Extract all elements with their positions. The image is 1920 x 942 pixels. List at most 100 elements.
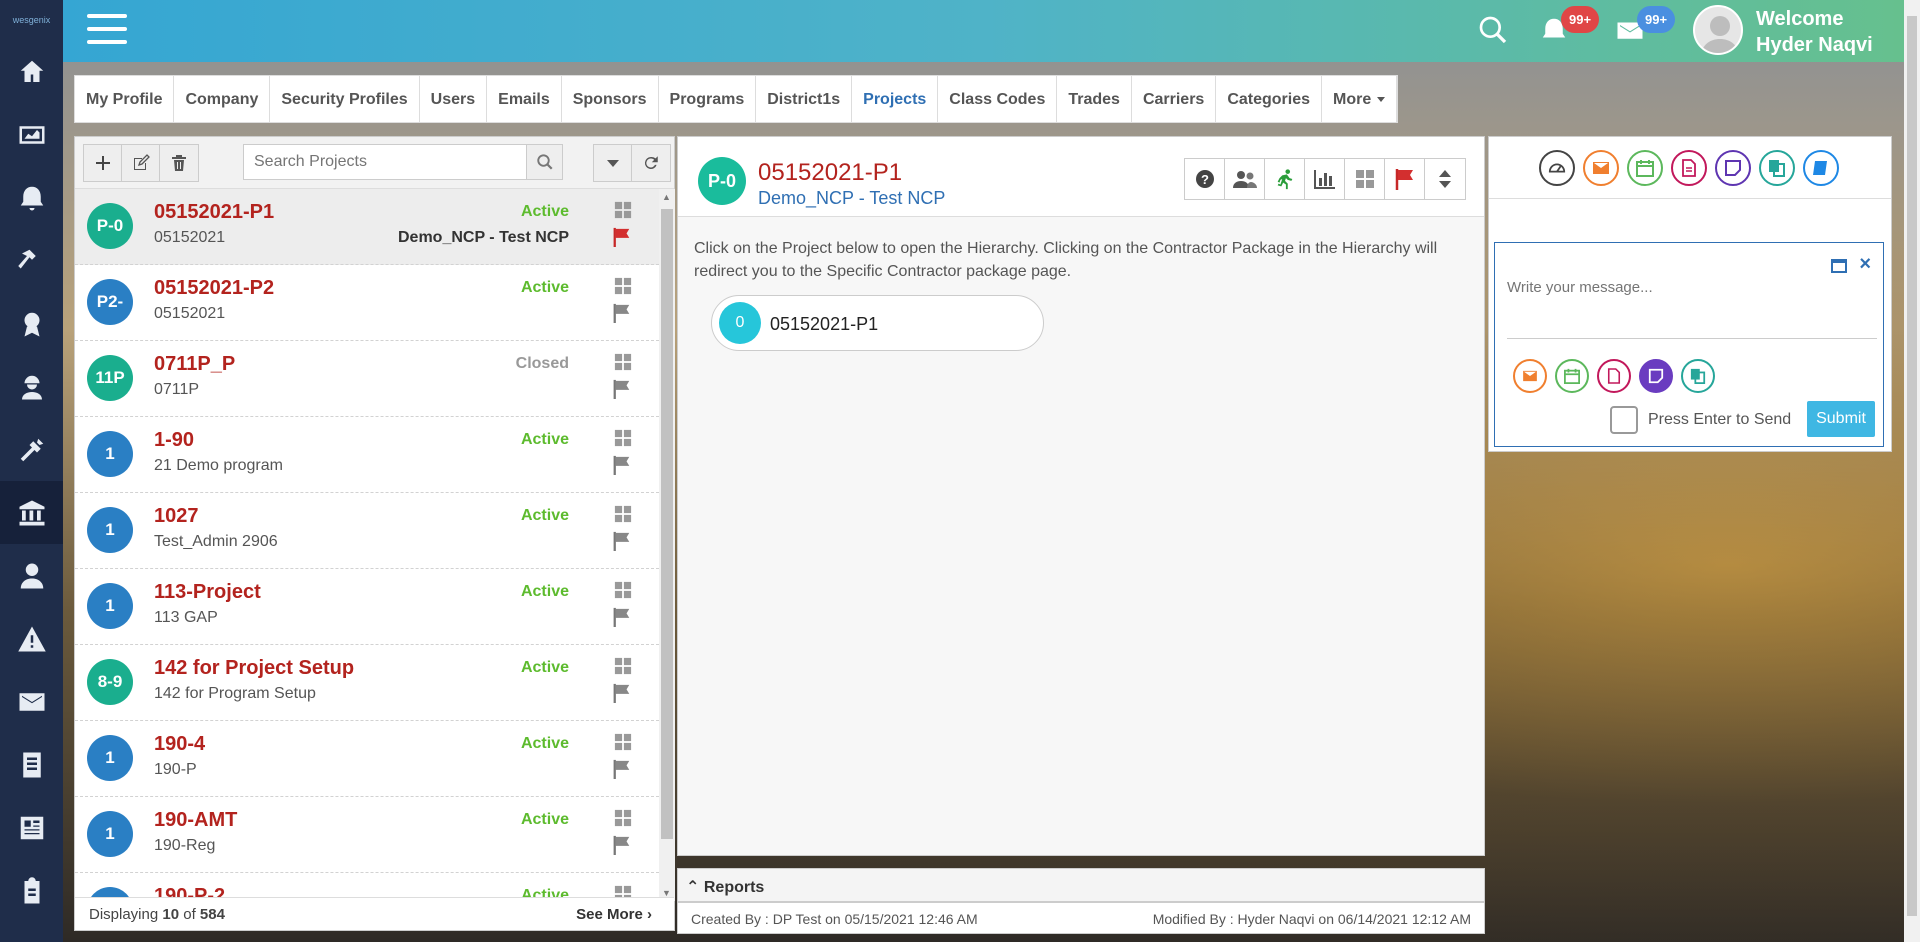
mail-icon[interactable] (0, 670, 63, 733)
grid-view-icon[interactable] (614, 201, 632, 222)
flag-icon[interactable] (612, 607, 632, 630)
tab-company[interactable]: Company (174, 76, 271, 122)
red-flag-icon[interactable] (1385, 159, 1425, 199)
project-list-item[interactable]: 1 190-AMT 190-Reg Active (75, 797, 659, 873)
tab-categories[interactable]: Categories (1216, 76, 1323, 122)
project-list-item[interactable]: 1 113-Project 113 GAP Active (75, 569, 659, 645)
bell-icon[interactable] (0, 166, 63, 229)
project-title[interactable]: 05152021-P2 (154, 277, 274, 300)
hammer-icon[interactable] (0, 229, 63, 292)
tab-sponsors[interactable]: Sponsors (562, 76, 659, 122)
sticky-note-icon[interactable] (1639, 359, 1673, 393)
tab-class-codes[interactable]: Class Codes (938, 76, 1058, 122)
calendar-icon[interactable] (1555, 359, 1589, 393)
app-logo[interactable]: wesgenix (0, 0, 63, 40)
tab-projects[interactable]: Projects (852, 76, 939, 122)
dashboard-gauge-icon[interactable] (1539, 149, 1575, 186)
flag-icon[interactable] (612, 531, 632, 554)
grid-view-icon[interactable] (614, 429, 632, 450)
sticky-note-icon[interactable] (1715, 149, 1751, 186)
user-badge-icon[interactable] (0, 544, 63, 607)
red-flag-icon[interactable] (612, 227, 632, 250)
project-list-item[interactable]: 1 190-4 190-P Active (75, 721, 659, 797)
project-list-item[interactable]: P2- 05152021-P2 05152021 Active (75, 265, 659, 341)
home-icon[interactable] (0, 40, 63, 103)
search-button[interactable] (526, 145, 562, 179)
grid-view-icon[interactable] (614, 505, 632, 526)
grid-view-icon[interactable] (614, 657, 632, 678)
flag-icon[interactable] (612, 683, 632, 706)
search-input[interactable] (244, 145, 526, 179)
press-enter-toggle[interactable]: Press Enter to Send (1610, 406, 1791, 434)
search-icon[interactable] (1477, 14, 1509, 49)
hamburger-menu-icon[interactable] (87, 14, 127, 46)
tools-icon[interactable] (0, 418, 63, 481)
reports-section-header[interactable]: ⌃ Reports (677, 868, 1485, 902)
tab-trades[interactable]: Trades (1057, 76, 1132, 122)
warning-icon[interactable] (0, 607, 63, 670)
page-scrollbar-thumb[interactable] (1907, 16, 1917, 916)
calendar-icon[interactable] (1627, 149, 1663, 186)
tab-programs[interactable]: Programs (659, 76, 757, 122)
scroll-up-arrow-icon[interactable]: ▲ (662, 192, 671, 202)
grid-view-icon[interactable] (614, 277, 632, 298)
grid-view-icon[interactable] (1345, 159, 1385, 199)
flag-icon[interactable] (612, 303, 632, 326)
scrollbar-thumb[interactable] (661, 209, 673, 839)
tab-emails[interactable]: Emails (487, 76, 562, 122)
page-scrollbar[interactable] (1904, 0, 1920, 942)
project-list-item[interactable]: 11P 0711P_P 0711P Closed (75, 341, 659, 417)
filter-dropdown-button[interactable] (594, 145, 632, 181)
clipboard-icon[interactable] (0, 859, 63, 922)
copy-files-icon[interactable] (1759, 149, 1795, 186)
add-button[interactable] (84, 145, 122, 181)
flag-icon[interactable] (612, 759, 632, 782)
see-more-link[interactable]: See More › (576, 906, 652, 923)
project-title[interactable]: 0711P_P (154, 353, 235, 376)
grid-view-icon[interactable] (614, 581, 632, 602)
tab-carriers[interactable]: Carriers (1132, 76, 1217, 122)
document-icon[interactable] (1597, 359, 1631, 393)
grid-view-icon[interactable] (614, 809, 632, 830)
submit-button[interactable]: Submit (1807, 401, 1875, 437)
grid-view-icon[interactable] (614, 353, 632, 374)
grid-view-icon[interactable] (614, 733, 632, 754)
project-title[interactable]: 05152021-P1 (154, 201, 274, 224)
document-icon[interactable] (0, 733, 63, 796)
project-title[interactable]: 190-AMT (154, 809, 237, 832)
tab-my-profile[interactable]: My Profile (75, 76, 175, 122)
dashboard-chart-icon[interactable] (0, 103, 63, 166)
document-icon[interactable] (1671, 149, 1707, 186)
tab-security-profiles[interactable]: Security Profiles (270, 76, 420, 122)
list-scrollbar[interactable]: ▲ ▼ (659, 189, 675, 901)
project-list-item[interactable]: 1 1027 Test_Admin 2906 Active (75, 493, 659, 569)
messages-mail-icon[interactable]: 99+ (1615, 6, 1676, 49)
email-icon[interactable] (1583, 149, 1619, 186)
project-list-item[interactable]: 8-9 142 for Project Setup 142 for Program … (75, 645, 659, 721)
flag-icon[interactable] (612, 455, 632, 478)
notifications-bell-icon[interactable]: 99+ (1539, 6, 1600, 49)
project-title[interactable]: 1-90 (154, 429, 194, 452)
expand-collapse-icon[interactable] (1425, 159, 1465, 199)
email-icon[interactable] (1513, 359, 1547, 393)
flag-icon[interactable] (612, 379, 632, 402)
copy-files-icon[interactable] (1681, 359, 1715, 393)
welcome-text[interactable]: Welcome Hyder Naqvi (1756, 6, 1873, 58)
tab-district1s[interactable]: District1s (756, 76, 853, 122)
tab-more-dropdown[interactable]: More (1322, 76, 1398, 122)
hierarchy-node[interactable]: 0 05152021-P1 (711, 295, 1044, 351)
book-icon[interactable] (1803, 149, 1839, 186)
edit-button[interactable] (122, 145, 160, 181)
tab-users[interactable]: Users (420, 76, 488, 122)
refresh-button[interactable] (632, 145, 670, 181)
worker-icon[interactable] (0, 355, 63, 418)
project-title[interactable]: 190-4 (154, 733, 205, 756)
project-title[interactable]: 142 for Project Setup (154, 657, 354, 680)
maximize-icon[interactable] (1831, 259, 1847, 273)
press-enter-checkbox[interactable] (1610, 406, 1638, 434)
project-list-item[interactable]: P-0 05152021-P1 05152021 Active Demo_NCP - T… (75, 189, 659, 265)
project-title[interactable]: 1027 (154, 505, 199, 528)
message-input[interactable] (1507, 279, 1877, 339)
delete-button[interactable] (160, 145, 198, 181)
bank-icon[interactable] (0, 481, 63, 544)
